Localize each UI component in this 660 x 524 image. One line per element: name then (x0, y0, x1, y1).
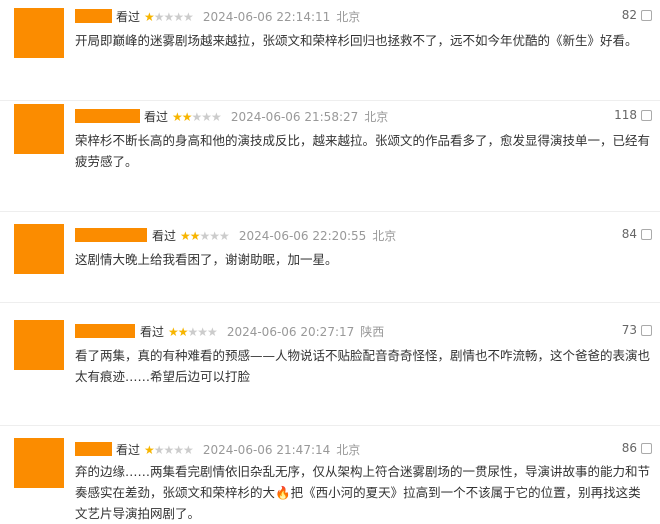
review-text: 荣梓杉不断长高的身高和他的演技成反比，越来越拉。张颂文的作品看多了，愈发显得演技… (75, 133, 651, 169)
review-item: 看过 ★★★★★ 2024-06-06 21:58:27 北京 118 荣梓杉不… (0, 101, 660, 211)
useful-votes[interactable]: 118 (614, 108, 652, 122)
avatar[interactable] (14, 438, 64, 488)
vote-count: 84 (621, 227, 637, 241)
review-meta: 看过 ★★★★★ 2024-06-06 22:20:55 北京 (152, 227, 396, 244)
thumb-up-icon[interactable] (641, 109, 652, 121)
avatar[interactable] (14, 320, 64, 370)
review-time: 2024-06-06 21:58:27 (230, 109, 359, 124)
review-text: 弃的边缘……两集看完剧情依旧杂乱无序，仅从架构上符合迷雾剧场的一贯尿性，导演讲故… (75, 464, 651, 521)
watched-status: 看过 (140, 325, 165, 339)
review-item: 看过 ★★★★★ 2024-06-06 20:27:17 陕西 73 看了两集，… (0, 303, 660, 425)
vote-count: 82 (621, 8, 637, 22)
review-time: 2024-06-06 21:47:14 (202, 442, 331, 457)
watched-status: 看过 (144, 110, 169, 124)
vote-count: 73 (621, 323, 637, 337)
thumb-up-icon[interactable] (641, 324, 652, 336)
review-text: 看了两集，真的有种难看的预感——人物说话不贴脸配音奇奇怪怪，剧情也不咋流畅，这个… (75, 348, 651, 384)
thumb-up-icon[interactable] (641, 228, 652, 240)
review-meta: 看过 ★★★★★ 2024-06-06 22:14:11 北京 (116, 8, 360, 25)
rating-stars: ★★★★★ (172, 109, 222, 124)
watched-status: 看过 (116, 10, 141, 24)
review-location: 陕西 (360, 325, 385, 339)
avatar[interactable] (14, 224, 64, 274)
username-redacted[interactable] (75, 109, 140, 123)
review-meta: 看过 ★★★★★ 2024-06-06 20:27:17 陕西 (140, 323, 384, 340)
rating-stars: ★★★★★ (144, 442, 194, 457)
username-redacted[interactable] (75, 442, 112, 456)
watched-status: 看过 (116, 443, 141, 457)
review-time: 2024-06-06 22:20:55 (238, 228, 367, 243)
review-time: 2024-06-06 22:14:11 (202, 9, 331, 24)
username-redacted[interactable] (75, 228, 147, 242)
rating-stars: ★★★★★ (144, 9, 194, 24)
useful-votes[interactable]: 82 (622, 8, 652, 22)
review-meta: 看过 ★★★★★ 2024-06-06 21:47:14 北京 (116, 441, 360, 458)
review-location: 北京 (336, 10, 361, 24)
rating-stars: ★★★★★ (180, 228, 230, 243)
review-meta: 看过 ★★★★★ 2024-06-06 21:58:27 北京 (144, 108, 388, 125)
rating-stars: ★★★★★ (168, 324, 218, 339)
vote-count: 86 (621, 441, 637, 455)
avatar[interactable] (14, 104, 64, 154)
review-item: 看过 ★★★★★ 2024-06-06 22:20:55 北京 84 这剧情大晚… (0, 212, 660, 302)
thumb-up-icon[interactable] (641, 9, 652, 21)
review-text: 开局即巅峰的迷雾剧场越来越拉，张颂文和荣梓杉回归也拯救不了，远不如今年优酷的《新… (75, 33, 638, 48)
username-redacted[interactable] (75, 9, 112, 23)
watched-status: 看过 (152, 229, 177, 243)
review-text: 这剧情大晚上给我看困了，谢谢助眠，加一星。 (75, 252, 338, 267)
useful-votes[interactable]: 86 (622, 441, 652, 455)
review-item: 看过 ★★★★★ 2024-06-06 22:14:11 北京 82 开局即巅峰… (0, 0, 660, 100)
review-location: 北京 (364, 110, 389, 124)
thumb-up-icon[interactable] (641, 442, 652, 454)
vote-count: 118 (614, 108, 637, 122)
avatar[interactable] (14, 8, 64, 58)
review-location: 北京 (372, 229, 397, 243)
useful-votes[interactable]: 73 (622, 323, 652, 337)
username-redacted[interactable] (75, 324, 135, 338)
useful-votes[interactable]: 84 (622, 227, 652, 241)
review-item: 看过 ★★★★★ 2024-06-06 21:47:14 北京 86 弃的边缘…… (0, 426, 660, 523)
review-location: 北京 (336, 443, 361, 457)
review-time: 2024-06-06 20:27:17 (226, 324, 355, 339)
